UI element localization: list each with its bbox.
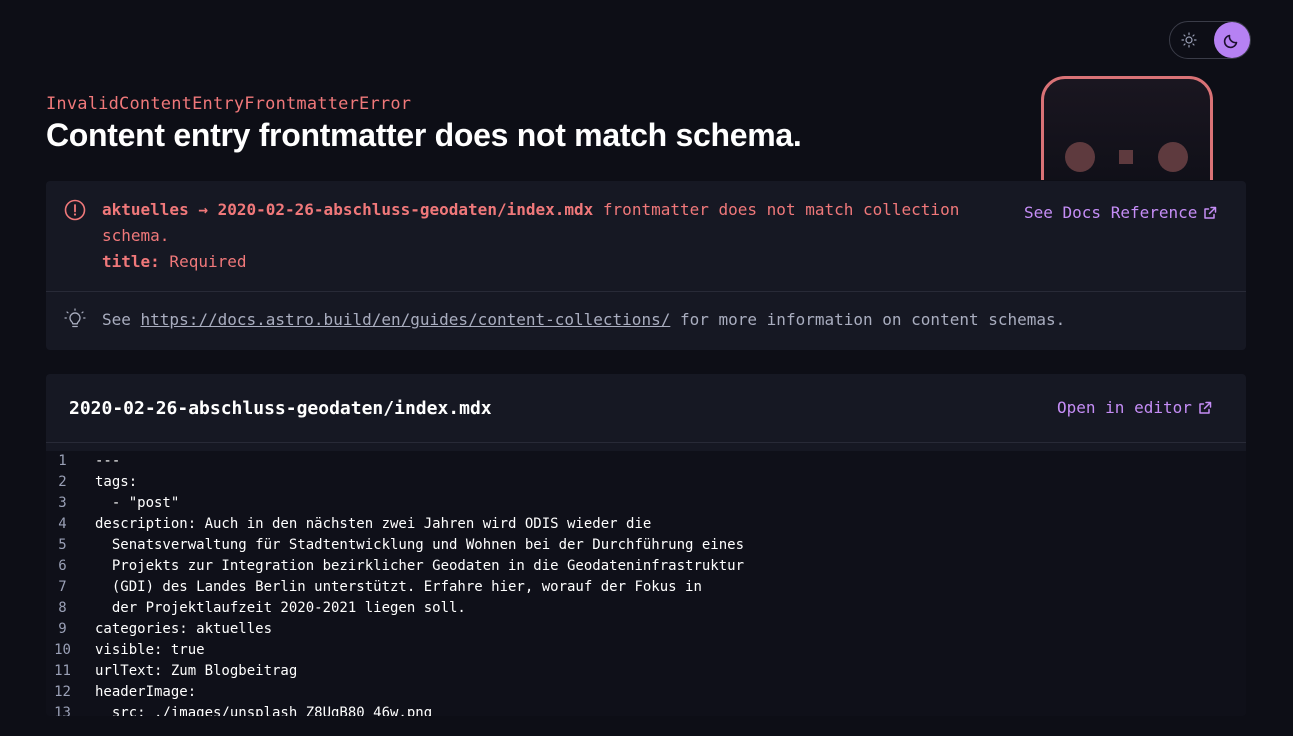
code-line: 12 headerImage: (46, 682, 1246, 703)
file-name: 2020-02-26-abschluss-geodaten/index.mdx (69, 398, 492, 419)
code-text: Projekts zur Integration bezirklicher Ge… (95, 558, 745, 574)
lightbulb-icon (64, 308, 86, 334)
mascot-nose (1119, 150, 1133, 164)
page-title: Content entry frontmatter does not match… (46, 117, 802, 153)
code-line: 9 categories: aktuelles (46, 619, 1246, 640)
code-line: 5 Senatsverwaltung für Stadtentwicklung … (46, 535, 1246, 556)
docs-reference-label: See Docs Reference (1024, 203, 1198, 222)
line-number: 5 (58, 537, 67, 553)
divider (46, 291, 1246, 292)
code-line: 11 urlText: Zum Blogbeitrag (46, 661, 1246, 682)
code-line: 2 tags: (46, 472, 1246, 493)
open-in-editor-label: Open in editor (1057, 398, 1192, 417)
external-link-icon (1198, 400, 1212, 419)
code-text: urlText: Zum Blogbeitrag (95, 663, 298, 679)
line-number: 8 (58, 600, 67, 616)
code-line: 8 der Projektlaufzeit 2020-2021 liegen s… (46, 598, 1246, 619)
line-number: 6 (58, 558, 67, 574)
code-text: Senatsverwaltung für Stadtentwicklung un… (95, 537, 745, 553)
code-text: der Projektlaufzeit 2020-2021 liegen sol… (95, 600, 466, 616)
theme-toggle[interactable] (1169, 21, 1251, 59)
line-number: 2 (58, 474, 67, 490)
line-number: 9 (58, 621, 67, 637)
external-link-icon (1203, 205, 1217, 224)
code-text: tags: (95, 474, 138, 490)
field-error: Required (159, 252, 247, 271)
code-text: - "post" (95, 495, 180, 511)
code-text: description: Auch in den nächsten zwei J… (95, 516, 652, 532)
robot-mascot-icon (1041, 76, 1213, 180)
line-number: 3 (58, 495, 67, 511)
sun-icon[interactable] (1180, 31, 1198, 49)
line-number: 4 (58, 516, 67, 532)
code-text: categories: aktuelles (95, 621, 273, 637)
code-line: 4 description: Auch in den nächsten zwei … (46, 514, 1246, 535)
entry-path: aktuelles → 2020-02-26-abschluss-geodate… (102, 200, 594, 219)
mascot-eye-right (1158, 142, 1188, 172)
line-number: 11 (54, 663, 71, 679)
code-text: (GDI) des Landes Berlin unterstützt. Erf… (95, 579, 702, 595)
code-line: 13 src: ./images/unsplash_Z8UgB80_46w.pn… (46, 703, 1246, 716)
code-line: 7 (GDI) des Landes Berlin unterstützt. E… (46, 577, 1246, 598)
line-number: 1 (58, 453, 67, 469)
content-collections-link[interactable]: https://docs.astro.build/en/guides/conte… (141, 310, 671, 329)
hint-prefix: See (102, 310, 141, 329)
code-line: 1 --- (46, 451, 1246, 472)
code-line: 3 - "post" (46, 493, 1246, 514)
code-line: 6 Projekts zur Integration bezirklicher … (46, 556, 1246, 577)
file-header: 2020-02-26-abschluss-geodaten/index.mdx … (46, 374, 1246, 443)
moon-icon[interactable] (1214, 22, 1250, 58)
code-text: headerImage: (95, 684, 197, 700)
error-name: InvalidContentEntryFrontmatterError (46, 94, 412, 114)
field-name: title: (102, 252, 160, 271)
code-line: 10 visible: true (46, 640, 1246, 661)
hint-suffix: for more information on content schemas. (670, 310, 1066, 329)
line-number: 13 (54, 705, 71, 716)
mascot-eye-left (1065, 142, 1095, 172)
open-in-editor-link[interactable]: Open in editor (1057, 398, 1212, 419)
code-frame-card: 2020-02-26-abschluss-geodaten/index.mdx … (46, 374, 1246, 716)
code-block[interactable]: 1 --- 2 tags: 3 - "post" 4 description: Auch i… (46, 451, 1246, 716)
hint-text: See https://docs.astro.build/en/guides/c… (102, 310, 1065, 329)
code-text: visible: true (95, 642, 205, 658)
error-message-card: aktuelles → 2020-02-26-abschluss-geodate… (46, 181, 1246, 350)
code-text: src: ./images/unsplash_Z8UgB80_46w.png (95, 705, 433, 716)
docs-reference-link[interactable]: See Docs Reference (1024, 203, 1217, 224)
line-number: 7 (58, 579, 67, 595)
error-message: aktuelles → 2020-02-26-abschluss-geodate… (102, 197, 982, 275)
code-text: --- (95, 453, 121, 469)
line-number: 12 (54, 684, 71, 700)
line-number: 10 (54, 642, 71, 658)
alert-circle-icon (64, 199, 86, 225)
